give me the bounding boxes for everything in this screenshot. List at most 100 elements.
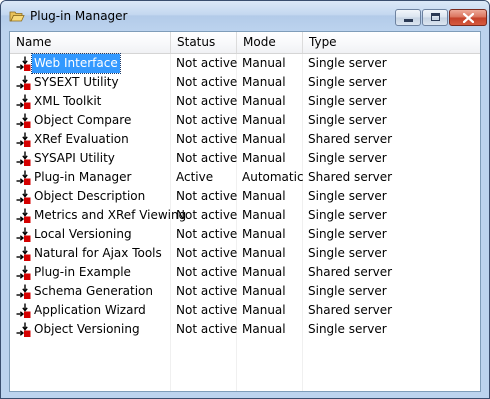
table-row[interactable]: XRef Evaluation Not active Manual Shared se…: [10, 130, 480, 149]
plugin-type: Shared server: [308, 303, 393, 317]
table-row[interactable]: Object Versioning Not active Manual Single …: [10, 320, 480, 339]
plugin-icon: [16, 303, 32, 319]
plugin-name: Metrics and XRef Viewing: [34, 208, 187, 222]
minimize-button[interactable]: [395, 9, 421, 26]
plugin-status: Not active: [176, 75, 238, 89]
plugin-mode: Manual: [242, 265, 286, 279]
plugin-name: Natural for Ajax Tools: [34, 246, 162, 260]
plugin-mode: Manual: [242, 94, 286, 108]
plugin-icon: [16, 265, 32, 281]
column-header-mode[interactable]: Mode: [237, 32, 303, 53]
plugin-mode: Manual: [242, 322, 286, 336]
plugin-type: Shared server: [308, 132, 393, 146]
plugin-type: Single server: [308, 227, 387, 241]
plugin-mode: Manual: [242, 227, 286, 241]
plugin-list-view[interactable]: Name Status Mode Type Web Interface Not a…: [9, 31, 481, 392]
plugin-type: Single server: [308, 284, 387, 298]
plugin-status: Not active: [176, 303, 238, 317]
plugin-name: Object Compare: [34, 113, 132, 127]
plugin-type: Single server: [308, 189, 387, 203]
table-row[interactable]: Plug-in Example Not active Manual Shared se…: [10, 263, 480, 282]
plugin-name: Application Wizard: [34, 303, 146, 317]
plugin-mode: Manual: [242, 246, 286, 260]
plugin-name: Schema Generation: [34, 284, 154, 298]
plugin-type: Single server: [308, 322, 387, 336]
plugin-mode: Manual: [242, 56, 286, 70]
plugin-type: Single server: [308, 113, 387, 127]
plugin-icon: [16, 94, 32, 110]
plugin-status: Not active: [176, 189, 238, 203]
plugin-mode: Manual: [242, 189, 286, 203]
plugin-type: Single server: [308, 94, 387, 108]
table-row[interactable]: Object Compare Not active Manual Single ser…: [10, 111, 480, 130]
table-row[interactable]: Schema Generation Not active Manual Single …: [10, 282, 480, 301]
table-row[interactable]: Local Versioning Not active Manual Single s…: [10, 225, 480, 244]
table-row[interactable]: SYSEXT Utility Not active Manual Single ser…: [10, 73, 480, 92]
plugin-status: Not active: [176, 56, 238, 70]
plugin-name: Local Versioning: [34, 227, 132, 241]
table-row[interactable]: Web Interface Not active Manual Single serv…: [10, 53, 480, 74]
plugin-status: Not active: [176, 113, 238, 127]
plugin-mode: Automatic: [242, 170, 304, 184]
table-row[interactable]: Application Wizard Not active Manual Shared…: [10, 301, 480, 320]
table-row[interactable]: SYSAPI Utility Not active Manual Single ser…: [10, 149, 480, 168]
close-button[interactable]: [449, 9, 487, 26]
plugin-icon: [16, 284, 32, 300]
plugin-mode: Manual: [242, 113, 286, 127]
plugin-status: Not active: [176, 151, 238, 165]
plugin-status: Active: [176, 170, 214, 184]
column-header-type[interactable]: Type: [303, 32, 480, 53]
close-icon: [463, 13, 474, 23]
plugin-mode: Manual: [242, 208, 286, 222]
plugin-icon: [16, 246, 32, 262]
plugin-status: Not active: [176, 208, 238, 222]
plugin-name: Object Versioning: [34, 322, 140, 336]
plugin-status: Not active: [176, 94, 238, 108]
maximize-icon: [431, 13, 440, 21]
folder-open-icon: [9, 8, 25, 24]
plugin-icon: [16, 56, 32, 72]
plugin-status: Not active: [176, 322, 238, 336]
plugin-type: Single server: [308, 246, 387, 260]
plugin-name: XML Toolkit: [34, 94, 102, 108]
plugin-status: Not active: [176, 132, 238, 146]
plugin-name: SYSEXT Utility: [34, 75, 119, 89]
plugin-name: Web Interface: [31, 53, 121, 74]
plugin-mode: Manual: [242, 132, 286, 146]
plugin-type: Shared server: [308, 170, 393, 184]
plugin-status: Not active: [176, 246, 238, 260]
table-row[interactable]: Plug-in Manager Active Automatic Shared ser…: [10, 168, 480, 187]
plugin-icon: [16, 208, 32, 224]
plugin-status: Not active: [176, 284, 238, 298]
plugin-status: Not active: [176, 265, 238, 279]
plugin-mode: Manual: [242, 303, 286, 317]
plugin-icon: [16, 322, 32, 338]
plugin-mode: Manual: [242, 151, 286, 165]
table-row[interactable]: Object Description Not active Manual Single…: [10, 187, 480, 206]
plugin-name: SYSAPI Utility: [34, 151, 115, 165]
plugin-icon: [16, 227, 32, 243]
plugin-icon: [16, 132, 32, 148]
table-row[interactable]: XML Toolkit Not active Manual Single server: [10, 92, 480, 111]
plugin-rows: Web Interface Not active Manual Single serv…: [10, 53, 480, 339]
column-header-status[interactable]: Status: [171, 32, 237, 53]
plugin-type: Single server: [308, 56, 387, 70]
minimize-icon: [404, 19, 413, 22]
column-header-name[interactable]: Name: [10, 32, 171, 53]
plugin-icon: [16, 75, 32, 91]
window-title: Plug-in Manager: [30, 9, 128, 23]
maximize-button[interactable]: [422, 9, 448, 26]
plugin-icon: [16, 170, 32, 186]
plugin-name: XRef Evaluation: [34, 132, 129, 146]
table-row[interactable]: Natural for Ajax Tools Not active Manual Si…: [10, 244, 480, 263]
plugin-type: Single server: [308, 151, 387, 165]
plugin-type: Single server: [308, 75, 387, 89]
plugin-icon: [16, 151, 32, 167]
table-row[interactable]: Metrics and XRef Viewing Not active Manual…: [10, 206, 480, 225]
plugin-name: Object Description: [34, 189, 146, 203]
plugin-type: Shared server: [308, 265, 393, 279]
title-bar[interactable]: Plug-in Manager: [1, 1, 489, 31]
plugin-status: Not active: [176, 227, 238, 241]
plugin-manager-window: Plug-in Manager Name Status Mode Type We…: [0, 0, 490, 399]
plugin-name: Plug-in Example: [34, 265, 131, 279]
